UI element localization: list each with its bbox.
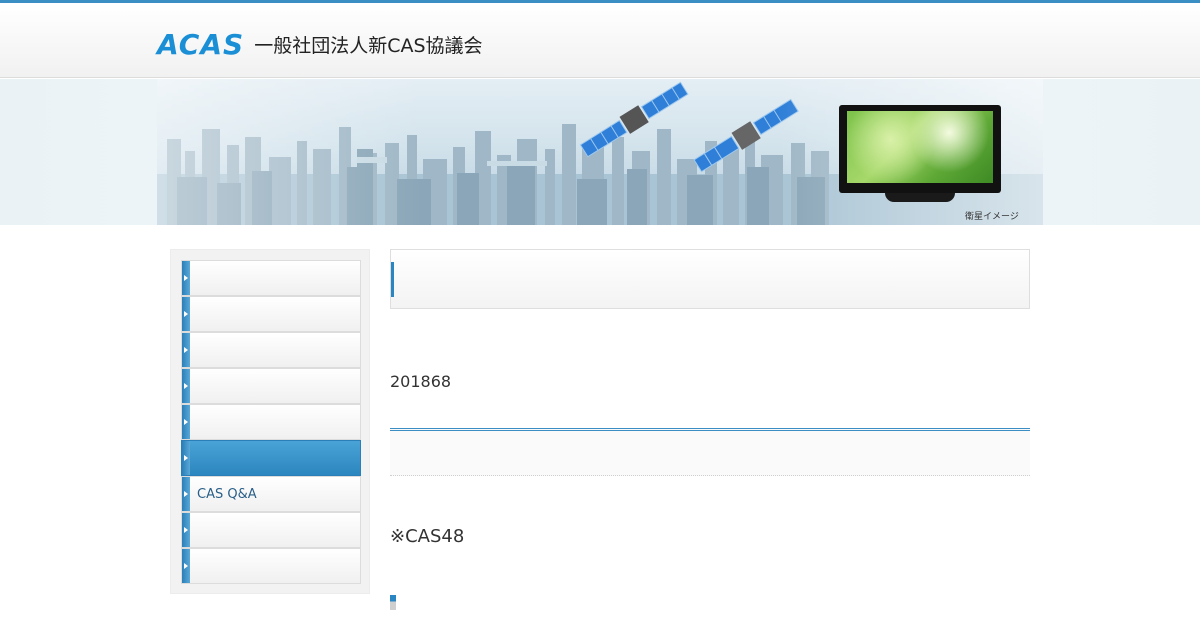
sidebar-item-5[interactable] — [181, 404, 361, 440]
arrow-right-icon — [182, 333, 190, 367]
sidebar-item-4[interactable] — [181, 368, 361, 404]
arrow-right-icon — [182, 297, 190, 331]
arrow-right-icon — [182, 405, 190, 439]
sidebar-item-1[interactable] — [181, 260, 361, 296]
sidebar-item-3[interactable] — [181, 332, 361, 368]
arrow-right-icon — [182, 369, 190, 403]
acas-logo-mark: ACAS — [157, 27, 245, 61]
sidebar-item-label: CAS Q&A — [197, 487, 257, 502]
organization-name: 一般社団法人新CAS協議会 — [254, 34, 483, 57]
sidebar-item-active[interactable] — [181, 440, 361, 476]
sidebar-item-9[interactable] — [181, 548, 361, 584]
hero-banner: 衛星イメージ — [157, 79, 1043, 225]
page-title-box — [390, 249, 1030, 309]
post-date: 201868 — [390, 372, 452, 391]
sidebar-item-cas-qa[interactable]: CAS Q&A — [181, 476, 361, 512]
section-heading — [390, 428, 1030, 476]
tv-stand — [885, 193, 955, 202]
arrow-right-icon — [182, 441, 190, 475]
tv-screen-image — [847, 111, 993, 183]
sidebar-nav: CAS Q&A — [170, 249, 370, 594]
sidebar-item-2[interactable] — [181, 296, 361, 332]
sidebar-item-8[interactable] — [181, 512, 361, 548]
tv-icon — [839, 105, 1001, 193]
arrow-right-icon — [182, 549, 190, 583]
site-header: ACAS 一般社団法人新CAS協議会 — [0, 0, 1200, 78]
site-logo[interactable]: ACAS 一般社団法人新CAS協議会 — [157, 27, 483, 61]
title-accent-bar — [391, 262, 394, 297]
arrow-right-icon — [182, 477, 190, 511]
subheading-marker — [390, 595, 396, 610]
satellite-caption: 衛星イメージ — [965, 212, 1019, 222]
arrow-right-icon — [182, 261, 190, 295]
arrow-right-icon — [182, 513, 190, 547]
notice-text: ※CAS48 — [390, 526, 465, 547]
